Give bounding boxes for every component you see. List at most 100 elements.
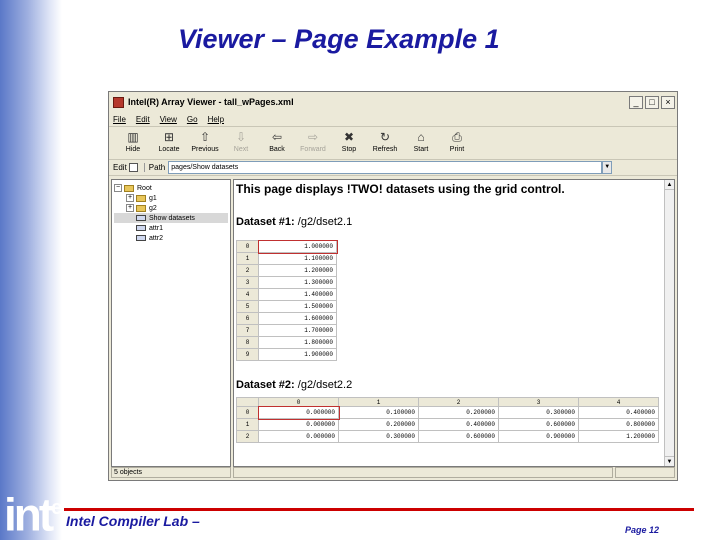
table-row: 0 0.000000 0.100000 0.200000 0.300000 0.40000… xyxy=(236,405,659,420)
toolbar-label: Start xyxy=(413,146,429,153)
menu-view[interactable]: View xyxy=(160,115,177,124)
dataset1-title: Dataset #1: /g2/dset2.1 xyxy=(236,216,352,228)
table-cell[interactable]: 0.200000 xyxy=(418,406,499,419)
table-cell[interactable]: 1.100000 xyxy=(258,252,337,265)
row-header: 2 xyxy=(236,430,259,443)
row-header: 4 xyxy=(236,288,259,301)
refresh-button[interactable]: ↻ Refresh xyxy=(367,127,403,153)
table-cell[interactable]: 0.300000 xyxy=(338,430,419,443)
dataset-icon xyxy=(136,235,146,241)
tree-item[interactable]: + g2 xyxy=(114,203,228,213)
page-view: This page displays !TWO! datasets using … xyxy=(233,179,675,467)
folder-icon xyxy=(136,204,146,212)
column-header: 3 xyxy=(498,397,579,407)
menu-edit[interactable]: Edit xyxy=(136,115,150,124)
dataset1-label: Dataset #1: xyxy=(236,216,295,228)
table-cell[interactable]: 0.300000 xyxy=(498,406,579,419)
start-button[interactable]: ⌂ Start xyxy=(403,127,439,153)
path-dropdown-arrow-icon[interactable]: ▼ xyxy=(602,161,613,174)
corner-cell xyxy=(236,397,259,407)
dataset1-path: /g2/dset2.1 xyxy=(297,216,353,228)
dataset2-grid[interactable]: 0 1 2 3 4 0 0.000000 0.100000 0.200000 0.300000 0.… xyxy=(236,397,659,443)
table-cell[interactable]: 0.200000 xyxy=(338,418,419,431)
next-icon: ⇩ xyxy=(235,130,247,144)
table-cell[interactable]: 1.200000 xyxy=(258,264,337,277)
expand-icon[interactable]: + xyxy=(126,204,134,212)
table-cell[interactable]: 0.000000 xyxy=(257,405,340,420)
page-scrollbar[interactable]: ▲ ▼ xyxy=(664,180,674,466)
toolbar-label: Print xyxy=(449,146,465,153)
tree-item[interactable]: Show datasets xyxy=(114,213,228,223)
table-row: 6 1.600000 xyxy=(236,312,337,325)
dataset2-title: Dataset #2: /g2/dset2.2 xyxy=(236,379,352,391)
previous-button[interactable]: ⇧ Previous xyxy=(187,127,223,153)
table-cell[interactable]: 1.400000 xyxy=(258,288,337,301)
dataset2-path: /g2/dset2.2 xyxy=(297,379,353,391)
table-cell[interactable]: 1.700000 xyxy=(258,324,337,337)
scroll-up-icon[interactable]: ▲ xyxy=(665,180,674,190)
folder-icon xyxy=(124,184,134,192)
scroll-down-icon[interactable]: ▼ xyxy=(665,456,674,466)
column-header: 4 xyxy=(578,397,659,407)
next-button[interactable]: ⇩ Next xyxy=(223,127,259,153)
column-header: 0 xyxy=(258,397,339,407)
table-cell[interactable]: 0.100000 xyxy=(338,406,419,419)
print-icon: ⎙ xyxy=(452,129,462,144)
footer-rule xyxy=(64,508,694,511)
back-button[interactable]: ⇦ Back xyxy=(259,127,295,153)
tree-item[interactable]: + g1 xyxy=(114,193,228,203)
table-cell[interactable]: 1.600000 xyxy=(258,312,337,325)
footer-left-text: Intel Compiler Lab – xyxy=(66,513,200,529)
tree-item[interactable]: − Root xyxy=(114,183,228,193)
menu-go[interactable]: Go xyxy=(187,115,198,124)
tree-item-label: attr1 xyxy=(149,224,164,232)
array-viewer-window: Intel(R) Array Viewer - tall_wPages.xml … xyxy=(108,91,678,481)
menu-bar: File Edit View Go Help xyxy=(109,112,677,126)
close-button[interactable]: × xyxy=(661,95,675,109)
table-cell[interactable]: 1.300000 xyxy=(258,276,337,289)
tree-item[interactable]: attr2 xyxy=(114,233,228,243)
edit-checkbox[interactable] xyxy=(128,163,138,172)
expand-icon[interactable]: + xyxy=(126,194,134,202)
toolbar-label: Next xyxy=(233,146,249,153)
status-bar: 5 objects xyxy=(111,466,675,478)
maximize-button[interactable]: □ xyxy=(645,95,659,109)
tree-item[interactable]: attr1 xyxy=(114,223,228,233)
path-bar: Edit Path pages/Show datasets ▼ xyxy=(109,160,677,176)
table-cell[interactable]: 0.400000 xyxy=(418,418,499,431)
table-cell[interactable]: 1.000000 xyxy=(257,239,338,254)
path-input[interactable]: pages/Show datasets xyxy=(168,161,603,174)
table-cell[interactable]: 0.000000 xyxy=(258,430,339,443)
print-button[interactable]: ⎙ Print xyxy=(439,127,475,154)
stop-button[interactable]: ✖ Stop xyxy=(331,127,367,153)
table-cell[interactable]: 0.900000 xyxy=(498,430,579,443)
table-row: 2 0.000000 0.300000 0.600000 0.900000 1.20000… xyxy=(236,430,659,443)
forward-button[interactable]: ⇨ Forward xyxy=(295,127,331,153)
table-cell[interactable]: 1.900000 xyxy=(258,348,337,361)
minimize-button[interactable]: _ xyxy=(629,95,643,109)
table-cell[interactable]: 1.800000 xyxy=(258,336,337,349)
window-title: Intel(R) Array Viewer - tall_wPages.xml xyxy=(128,97,294,107)
toolbar-label: Forward xyxy=(300,146,326,153)
table-cell[interactable]: 0.600000 xyxy=(418,430,499,443)
row-header: 2 xyxy=(236,264,259,277)
table-cell[interactable]: 0.800000 xyxy=(578,418,659,431)
table-row: 5 1.500000 xyxy=(236,300,337,313)
table-cell[interactable]: 1.500000 xyxy=(258,300,337,313)
expand-icon[interactable]: − xyxy=(114,184,122,192)
row-header: 1 xyxy=(236,252,259,265)
table-cell[interactable]: 0.600000 xyxy=(498,418,579,431)
table-cell[interactable]: 1.200000 xyxy=(578,430,659,443)
table-cell[interactable]: 0.000000 xyxy=(258,418,339,431)
table-row: 3 1.300000 xyxy=(236,276,337,289)
dataset-icon xyxy=(136,215,146,221)
locate-button[interactable]: ⊞ Locate xyxy=(151,127,187,153)
hide-button[interactable]: ▥ Hide xyxy=(115,127,151,153)
dataset1-grid[interactable]: 0 1.000000 1 1.100000 2 1.200000 3 1.300000 4 1.4… xyxy=(236,239,338,361)
folder-icon xyxy=(136,194,146,202)
table-cell[interactable]: 0.400000 xyxy=(578,406,659,419)
window-titlebar[interactable]: Intel(R) Array Viewer - tall_wPages.xml … xyxy=(109,92,677,112)
menu-help[interactable]: Help xyxy=(208,115,224,124)
table-row: 0 1.000000 xyxy=(236,239,338,254)
menu-file[interactable]: File xyxy=(113,115,126,124)
